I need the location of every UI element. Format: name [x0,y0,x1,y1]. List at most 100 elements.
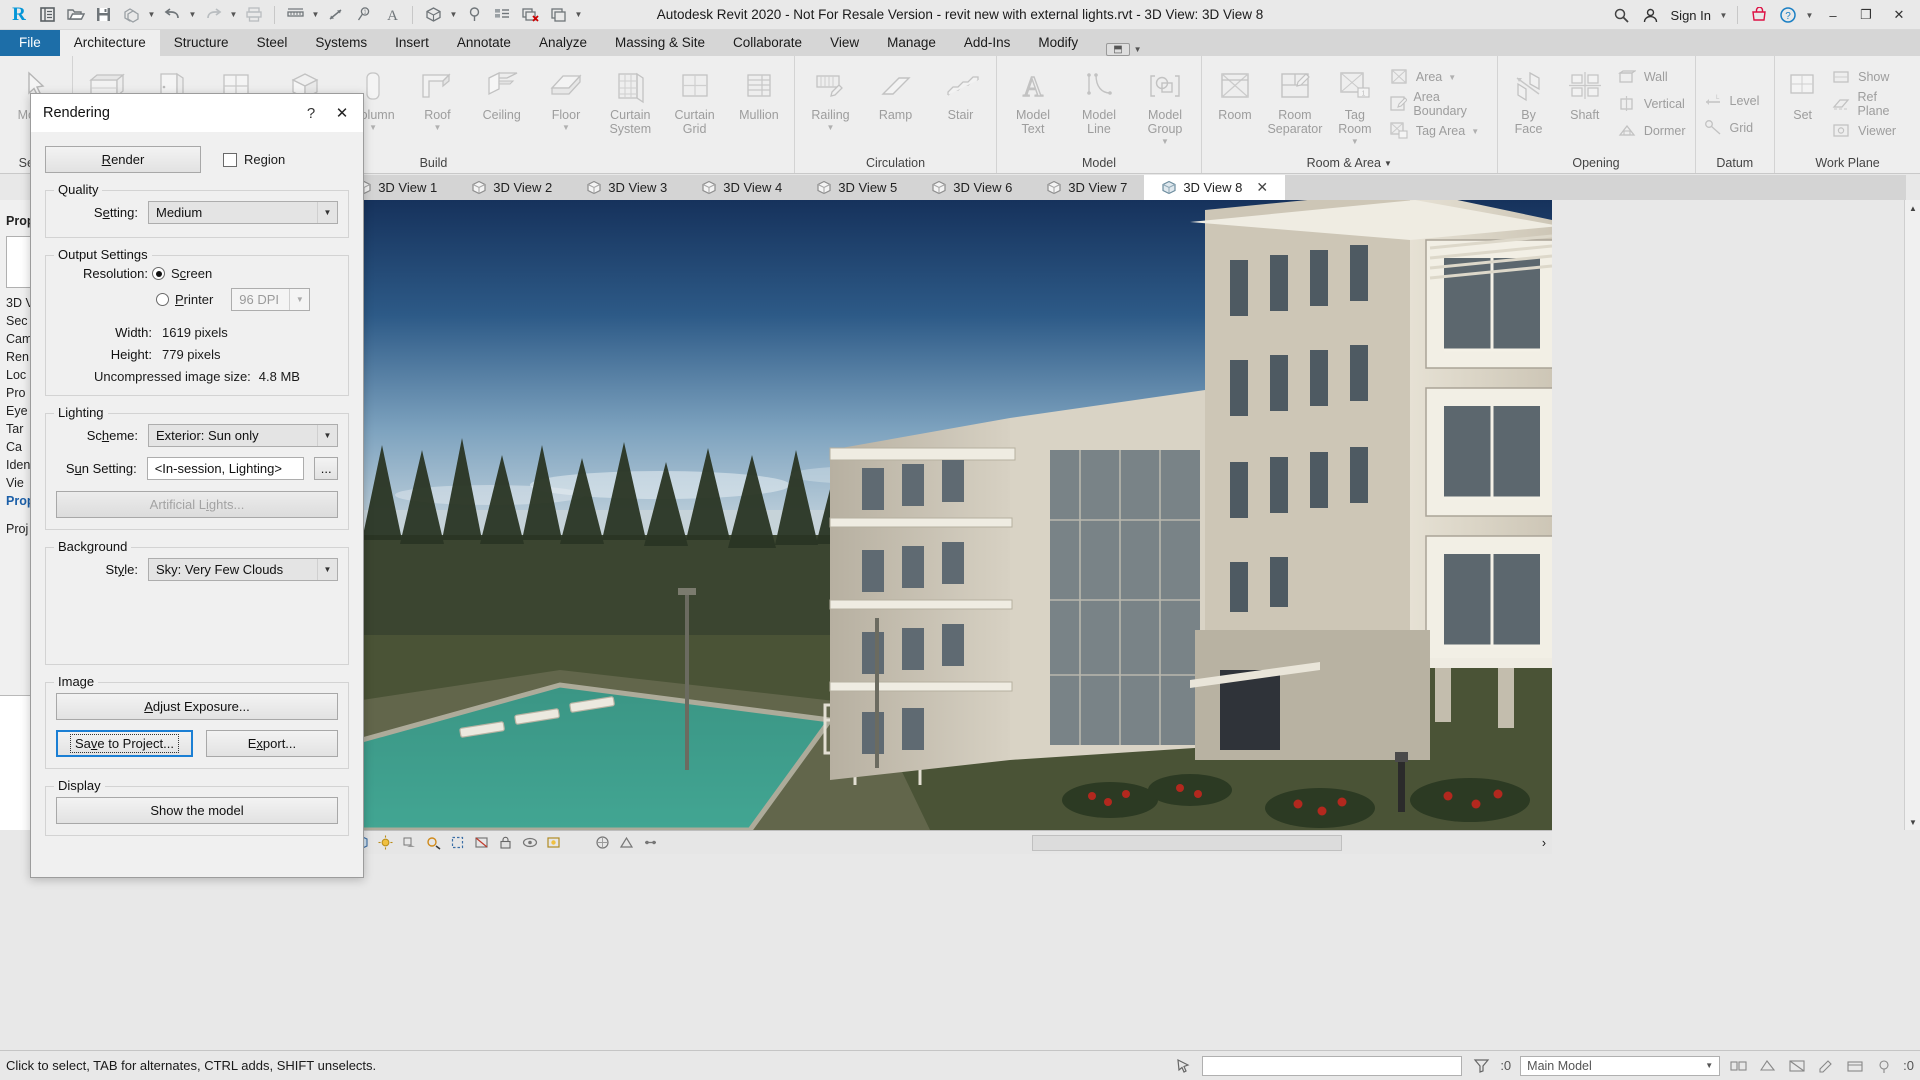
select-link-icon[interactable] [1845,1056,1865,1076]
roof-tool[interactable]: Roof ▼ [405,61,469,132]
show-the-model-button[interactable]: Show the model [56,797,338,824]
help-search-icon[interactable] [1609,3,1635,27]
rendered-3d-view[interactable] [230,200,1552,830]
3dview-dropdown-caret-icon[interactable]: ▼ [448,3,459,27]
tag-area-tool[interactable]: Tag Area ▼ [1385,117,1494,144]
tag-icon[interactable]: 1 [351,3,377,27]
model-line-tool[interactable]: Model Line [1066,61,1132,136]
model-group-caret-icon[interactable]: ▼ [1161,137,1169,146]
area-caret-icon[interactable]: ▼ [1448,73,1456,82]
ramp-tool[interactable]: Ramp [863,61,928,122]
ribbon-modify-panel-chip[interactable]: ⬒ ▼ [1106,43,1142,56]
set-work-plane-tool[interactable]: Set [1778,61,1827,122]
tab-nav-right-button[interactable]: › [1542,836,1552,850]
show-crop-region-icon[interactable] [473,834,490,851]
ribbon-tab-annotate[interactable]: Annotate [443,30,525,56]
model-text-tool[interactable]: A Model Text [1000,61,1066,136]
sync-with-central-icon[interactable] [118,3,144,27]
close-hidden-windows-icon[interactable] [517,3,543,27]
floor-caret-icon[interactable]: ▼ [562,123,570,132]
window-close-button[interactable]: ✕ [1884,3,1914,27]
redo-dropdown-caret-icon[interactable]: ▼ [228,3,239,27]
lock-3d-view-icon[interactable] [497,834,514,851]
column-caret-icon[interactable]: ▼ [369,123,377,132]
adjust-exposure-button[interactable]: Adjust Exposure... [56,693,338,720]
ribbon-tab-steel[interactable]: Steel [243,30,302,56]
view-tab-3d-view-3[interactable]: 3D View 3 [569,175,684,200]
view-tab-3d-view-6[interactable]: 3D View 6 [914,175,1029,200]
artificial-lights-button[interactable]: Artificial Lights... [56,491,338,518]
undo-dropdown-caret-icon[interactable]: ▼ [187,3,198,27]
ribbon-tab-addins[interactable]: Add-Ins [950,30,1025,56]
ribbon-tab-collaborate[interactable]: Collaborate [719,30,816,56]
section-icon[interactable] [461,3,487,27]
view-tab-3d-view-8[interactable]: 3D View 8 ✕ [1144,175,1286,200]
show-work-plane-tool[interactable]: Show [1827,63,1917,90]
filter-icon[interactable] [1471,1056,1491,1076]
room-tool[interactable]: Room [1205,61,1265,122]
area-tool[interactable]: Area ▼ [1385,63,1494,90]
chevron-down-icon[interactable]: ▼ [317,559,337,580]
redo-icon[interactable] [200,3,226,27]
help-icon[interactable]: ? [1775,3,1801,27]
measure-dropdown-caret-icon[interactable]: ▼ [310,3,321,27]
modify-panel-icon[interactable]: ⬒ [1106,43,1130,56]
ribbon-tab-architecture[interactable]: Architecture [59,30,160,56]
ribbon-tab-insert[interactable]: Insert [381,30,443,56]
dormer-opening-tool[interactable]: Dormer [1613,117,1692,144]
lighting-scheme-combo[interactable]: Exterior: Sun only ▼ [148,424,338,447]
design-options-icon[interactable] [1758,1056,1778,1076]
opening-by-face-tool[interactable]: By Face [1501,61,1557,136]
ceiling-tool[interactable]: Ceiling [470,61,534,122]
default-3d-view-icon[interactable] [420,3,446,27]
chevron-down-icon[interactable]: ▼ [289,289,309,310]
analytical-model-icon[interactable] [618,834,635,851]
view-horizontal-scrollbar[interactable] [1032,835,1342,851]
model-group-tool[interactable]: Model Group ▼ [1132,61,1198,146]
aligned-dimension-icon[interactable] [323,3,349,27]
switch-windows-icon[interactable] [545,3,571,27]
editable-only-icon[interactable] [1816,1056,1836,1076]
text-icon[interactable]: A [379,3,405,27]
tag-room-tool[interactable]: 1 Tag Room ▼ [1325,61,1385,146]
temporary-hide-isolate-icon[interactable] [521,834,538,851]
maximize-button[interactable]: ❐ [1851,3,1881,27]
model-selector[interactable]: Main Model ▼ [1520,1055,1721,1076]
roof-caret-icon[interactable]: ▼ [433,123,441,132]
press-and-drag-icon[interactable] [1173,1056,1193,1076]
printer-radio-row[interactable]: Printer [156,292,213,307]
help-caret-icon[interactable]: ▼ [1804,3,1815,27]
railing-tool[interactable]: Railing ▼ [798,61,863,132]
vertical-opening-tool[interactable]: Vertical [1613,90,1692,117]
screen-radio[interactable] [152,267,165,280]
rendering-dialog-icon[interactable] [425,834,442,851]
tag-area-caret-icon[interactable]: ▼ [1471,127,1479,136]
measure-icon[interactable] [282,3,308,27]
crop-view-icon[interactable] [449,834,466,851]
scroll-down-icon[interactable]: ▼ [1905,814,1920,830]
worksets-icon[interactable] [1729,1056,1749,1076]
switch-windows-caret-icon[interactable]: ▼ [573,3,584,27]
print-icon[interactable] [241,3,267,27]
grid-tool[interactable]: Grid [1699,114,1766,141]
select-pinned-icon[interactable] [1874,1056,1894,1076]
work-plane-viewer-tool[interactable]: Viewer [1827,117,1917,144]
ribbon-tab-structure[interactable]: Structure [160,30,243,56]
dpi-combo[interactable]: 96 DPI ▼ [231,288,311,311]
room-area-panel-caret-icon[interactable]: ▼ [1384,159,1392,168]
ribbon-tab-systems[interactable]: Systems [301,30,381,56]
rendering-dialog[interactable]: Rendering ? ✕ Render Region Quality Sett… [30,93,364,878]
save-icon[interactable] [90,3,116,27]
user-account-icon[interactable] [1638,3,1664,27]
chevron-down-icon[interactable]: ▼ [1705,1061,1713,1070]
view-tab-3d-view-2[interactable]: 3D View 2 [454,175,569,200]
sun-browse-button[interactable]: ... [314,457,338,480]
open-icon[interactable] [62,3,88,27]
printer-radio[interactable] [156,293,169,306]
level-tool[interactable]: L Level [1699,87,1766,114]
dialog-title-bar[interactable]: Rendering ? ✕ [31,94,363,132]
screen-radio-row[interactable]: Screen [152,266,212,281]
ribbon-tab-analyze[interactable]: Analyze [525,30,601,56]
shadows-icon[interactable] [401,834,418,851]
close-icon[interactable]: ✕ [325,98,359,128]
